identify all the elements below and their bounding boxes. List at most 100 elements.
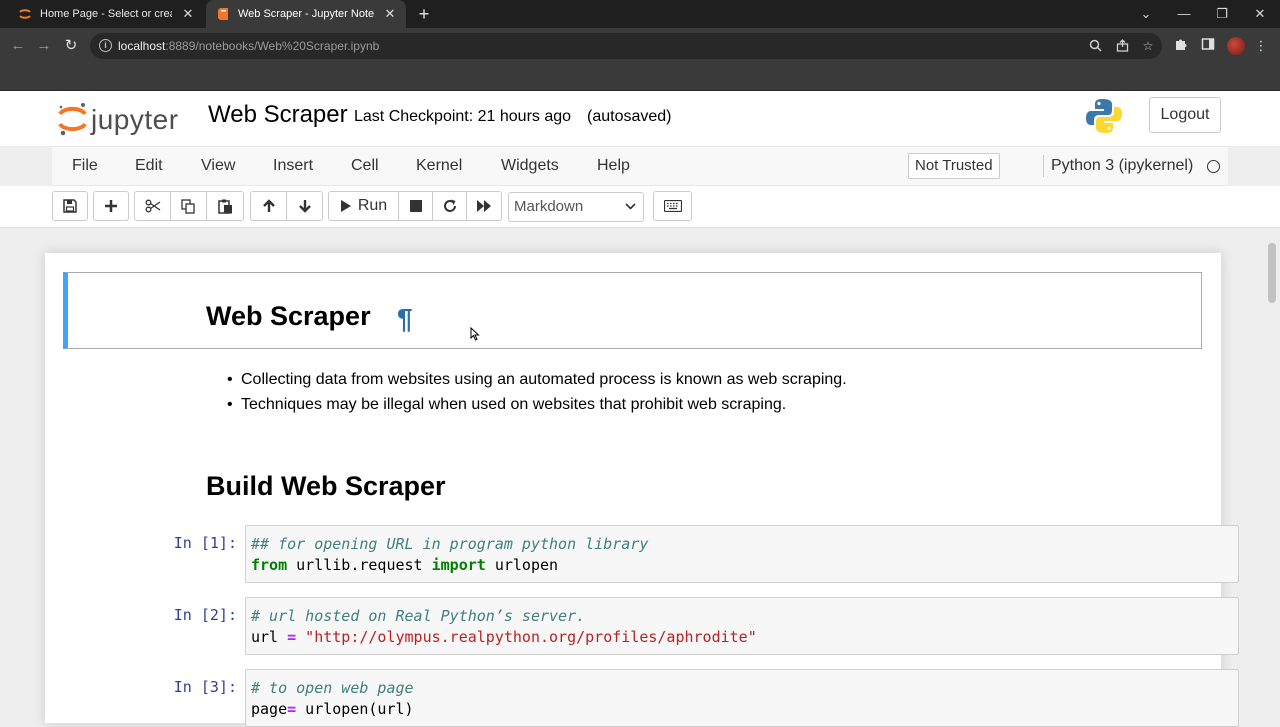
browser-tab-home[interactable]: Home Page - Select or create a n ✕ xyxy=(8,0,204,28)
cell-type-value: Markdown xyxy=(514,198,584,215)
profile-avatar[interactable] xyxy=(1227,37,1245,55)
interrupt-button[interactable] xyxy=(398,191,433,221)
fast-forward-icon xyxy=(477,200,491,212)
zoom-icon[interactable] xyxy=(1088,39,1102,53)
browser-toolbar: ← → ↻ i localhost:8889/notebooks/Web%20S… xyxy=(0,28,1280,64)
move-down-button[interactable] xyxy=(286,191,323,221)
maximize-icon[interactable]: ❐ xyxy=(1212,4,1232,24)
input-prompt: In [3]: xyxy=(173,678,237,696)
jupyter-logo-text: jupyter xyxy=(91,104,179,135)
code-cell[interactable]: In [3]: # to open web page page= urlopen… xyxy=(90,669,1239,727)
menu-file[interactable]: File xyxy=(72,157,98,175)
tab-search-chevron-icon[interactable]: ⌄ xyxy=(1136,4,1156,24)
site-info-icon[interactable]: i xyxy=(99,39,112,52)
run-button[interactable]: Run xyxy=(328,191,399,221)
plus-icon xyxy=(105,200,117,212)
arrow-up-icon xyxy=(262,199,275,212)
address-bar[interactable]: i localhost:8889/notebooks/Web%20Scraper… xyxy=(90,33,1162,59)
restart-icon xyxy=(443,199,456,212)
cut-button[interactable] xyxy=(134,191,171,221)
command-palette-button[interactable] xyxy=(653,191,692,221)
new-tab-button[interactable]: + xyxy=(414,4,434,24)
url-text[interactable]: localhost:8889/notebooks/Web%20Scraper.i… xyxy=(118,39,379,53)
checkpoint-status: Last Checkpoint: 21 hours ago xyxy=(354,108,572,125)
code-cell[interactable]: In [2]: # url hosted on Real Python’s se… xyxy=(90,597,1239,655)
play-icon xyxy=(340,200,351,212)
window-close-icon[interactable]: ✕ xyxy=(1250,4,1270,24)
stop-icon xyxy=(409,200,422,212)
browser-tab-notebook[interactable]: Web Scraper - Jupyter Notebook ✕ xyxy=(206,0,406,28)
bookmark-star-icon[interactable]: ☆ xyxy=(1141,39,1155,53)
menu-view[interactable]: View xyxy=(201,157,235,175)
notebook-favicon-icon xyxy=(216,7,230,21)
menu-cell[interactable]: Cell xyxy=(351,157,379,175)
menu-insert[interactable]: Insert xyxy=(273,157,313,175)
reload-icon[interactable]: ↻ xyxy=(61,36,81,56)
menu-bar: File Edit View Insert Cell Kernel Widget… xyxy=(52,146,1228,186)
back-arrow-icon[interactable]: ← xyxy=(8,36,28,56)
notebook-title[interactable]: Web Scraper xyxy=(208,101,348,129)
code-input[interactable]: ## for opening URL in program python lib… xyxy=(245,525,1239,583)
list-item: Collecting data from websites using an a… xyxy=(227,367,847,392)
bookmarks-bar xyxy=(0,64,1280,91)
anchor-link-pilcrow[interactable]: ¶ xyxy=(397,303,413,335)
jupyter-logo[interactable]: jupyter xyxy=(57,99,197,139)
chevron-down-icon xyxy=(625,193,636,231)
code-text[interactable]: # to open web page page= urlopen(url) xyxy=(251,678,414,720)
code-cell[interactable]: In [1]: ## for opening URL in program py… xyxy=(90,525,1239,583)
tab-close-icon[interactable]: ✕ xyxy=(382,6,398,22)
intro-bullet-list: Collecting data from websites using an a… xyxy=(227,367,847,417)
logout-button[interactable]: Logout xyxy=(1149,97,1221,133)
jupyter-logo-icon xyxy=(58,103,87,136)
mouse-cursor-icon xyxy=(470,326,480,341)
heading-build-web-scraper: Build Web Scraper xyxy=(206,471,446,501)
keyboard-icon xyxy=(663,200,682,212)
run-label: Run xyxy=(357,197,388,214)
minimize-icon[interactable]: — xyxy=(1174,4,1194,24)
menu-help[interactable]: Help xyxy=(597,157,630,175)
copy-icon xyxy=(181,198,195,214)
tab-title: Home Page - Select or create a n xyxy=(40,8,172,20)
kernel-idle-indicator-icon xyxy=(1207,160,1220,173)
copy-button[interactable] xyxy=(170,191,207,221)
input-prompt: In [1]: xyxy=(173,534,237,552)
browser-tab-strip: Home Page - Select or create a n ✕ Web S… xyxy=(0,0,1280,28)
menu-kernel[interactable]: Kernel xyxy=(416,157,462,175)
code-input[interactable]: # url hosted on Real Python’s server. ur… xyxy=(245,597,1239,655)
code-text[interactable]: ## for opening URL in program python lib… xyxy=(251,534,648,576)
cell-type-select[interactable]: Markdown xyxy=(508,192,644,222)
kernel-name[interactable]: Python 3 (ipykernel) xyxy=(1051,157,1193,175)
save-button[interactable] xyxy=(52,191,88,221)
trust-status-button[interactable]: Not Trusted xyxy=(908,153,1000,179)
insert-cell-button[interactable] xyxy=(93,191,129,221)
share-icon[interactable] xyxy=(1115,39,1129,53)
notebook-toolbar: Run Markdown xyxy=(0,186,1280,228)
jupyter-header: jupyter Web Scraper Last Checkpoint: 21 … xyxy=(0,91,1280,146)
move-up-button[interactable] xyxy=(250,191,287,221)
notebook-container: Web Scraper ¶ Collecting data from websi… xyxy=(45,253,1239,727)
paste-icon xyxy=(217,199,232,214)
input-prompt: In [2]: xyxy=(173,606,237,624)
paste-button[interactable] xyxy=(206,191,244,221)
jupyter-favicon-icon xyxy=(18,7,32,21)
code-input[interactable]: # to open web page page= urlopen(url) xyxy=(245,669,1239,727)
side-panel-icon[interactable] xyxy=(1199,37,1217,55)
save-icon xyxy=(63,199,77,213)
menu-edit[interactable]: Edit xyxy=(135,157,163,175)
autosave-status: (autosaved) xyxy=(587,108,672,125)
code-text[interactable]: # url hosted on Real Python’s server. ur… xyxy=(251,606,757,648)
heading-web-scraper: Web Scraper xyxy=(206,301,371,331)
kernel-separator xyxy=(1043,155,1044,177)
extensions-puzzle-icon[interactable] xyxy=(1172,37,1190,55)
python-logo-icon xyxy=(1085,97,1123,135)
forward-arrow-icon[interactable]: → xyxy=(34,36,54,56)
restart-run-all-button[interactable] xyxy=(466,191,502,221)
browser-menu-icon[interactable]: ⋮ xyxy=(1252,37,1270,55)
restart-kernel-button[interactable] xyxy=(432,191,467,221)
menu-widgets[interactable]: Widgets xyxy=(501,157,559,175)
list-item: Techniques may be illegal when used on w… xyxy=(227,392,847,417)
tab-title: Web Scraper - Jupyter Notebook xyxy=(238,8,374,20)
scrollbar-thumb[interactable] xyxy=(1268,243,1276,303)
notebook-site: Web Scraper ¶ Collecting data from websi… xyxy=(0,229,1280,727)
tab-close-icon[interactable]: ✕ xyxy=(180,6,196,22)
